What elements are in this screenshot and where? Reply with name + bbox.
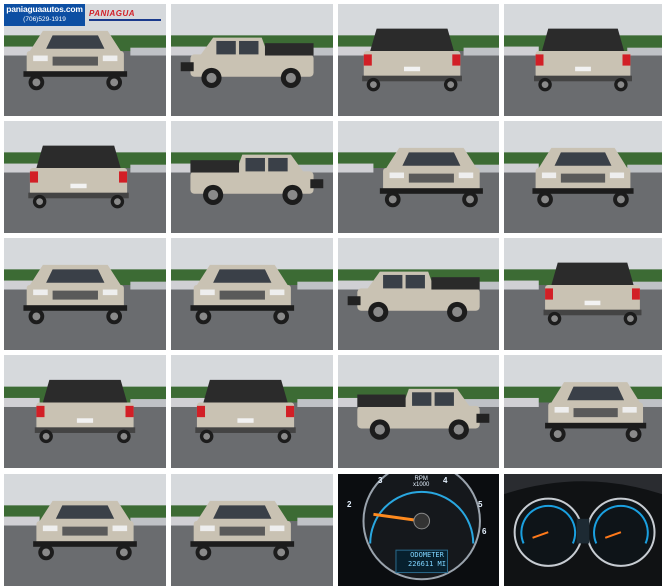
gallery-photo[interactable] [4,474,166,586]
tachometer-gauge-icon [338,474,499,586]
truck-side-left-icon [171,4,333,116]
gallery-photo[interactable] [4,355,166,468]
truck-front-right-icon [338,121,499,233]
truck-rear-icon [4,355,166,468]
gallery-photo[interactable] [504,355,662,468]
truck-front-left-icon [4,238,166,350]
gallery-photo[interactable] [504,4,662,116]
gauge-number: 4 [443,476,448,485]
gallery-photo[interactable] [171,4,333,116]
brand-underline [89,19,161,21]
instrument-cluster-icon [504,474,662,586]
gallery-photo[interactable] [171,474,333,586]
dealer-brand: PANIAGUA [89,9,136,18]
truck-rear-icon [504,4,662,116]
gallery-photo[interactable] [338,238,499,350]
truck-rear-left-icon [4,121,166,233]
gallery-photo[interactable] [171,121,333,233]
gauge-number: 3 [378,476,383,485]
gallery-photo[interactable] [504,121,662,233]
gauge-number: 5 [478,500,483,509]
gallery-photo[interactable] [4,121,166,233]
dealer-phone: (706)529-1919 [23,16,66,23]
odometer-readout: ODOMETER 226611 MI [408,551,446,568]
truck-rear-left-icon [171,355,333,468]
gallery-photo[interactable] [504,474,662,586]
truck-front-right-icon [504,355,662,468]
dealer-website: paniaguaautos.com [6,4,83,14]
gallery-photo[interactable] [338,474,499,586]
gallery-photo[interactable] [338,355,499,468]
truck-front-icon [504,121,662,233]
gauge-number: 2 [347,500,352,509]
truck-front-left-icon [171,474,333,586]
dealer-logo: paniaguaautos.com (706)529-1919 [4,4,85,26]
gallery-photo[interactable] [171,238,333,350]
truck-side-right-icon [171,121,333,233]
truck-rear-right-icon [504,238,662,350]
gauge-number: 6 [482,527,487,536]
gallery-photo[interactable] [171,355,333,468]
rpm-label: RPM x1000 [413,476,430,488]
truck-front-left-icon [171,238,333,350]
truck-front-icon [4,474,166,586]
gallery-photo[interactable] [504,238,662,350]
gallery-photo[interactable] [338,121,499,233]
photo-gallery-grid: paniaguaautos.com (706)529-1919 PANIAGUA RP… [0,0,662,586]
truck-rear-left-icon [338,4,499,116]
gallery-photo[interactable] [338,4,499,116]
truck-side-left-icon [338,238,499,350]
gallery-photo[interactable] [4,238,166,350]
truck-side-right-icon [338,355,499,468]
